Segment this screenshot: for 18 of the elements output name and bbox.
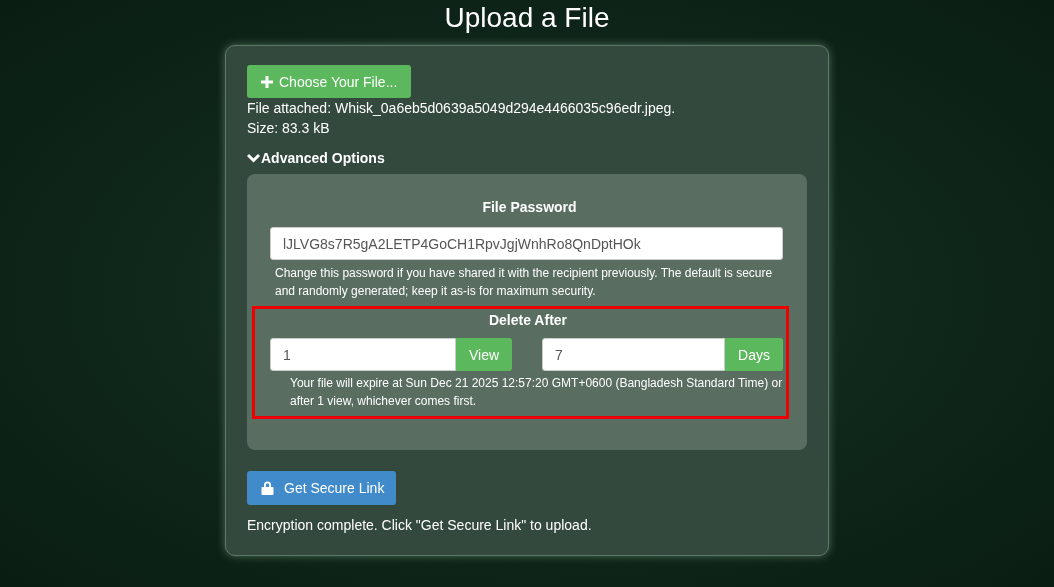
number-field[interactable]: 1 <box>270 338 456 371</box>
status-text: Encryption complete. Click "Get Secure Link" to upload. <box>247 517 593 533</box>
password-label: File Password <box>481 199 578 215</box>
page-title: Upload a File <box>444 1 610 35</box>
advanced-options-toggle[interactable]: Advanced Options <box>247 148 807 168</box>
get-secure-link-button[interactable]: Get Secure Link <box>247 471 397 505</box>
file-size-text: Size: 83.3 kB <box>247 119 331 138</box>
unit-addon: Days <box>725 338 783 371</box>
lock-icon <box>261 481 274 495</box>
number-field[interactable]: 7 <box>542 338 726 371</box>
file-attached-text: File attached: Whisk_0a6eb5d0639a5049d294e4466035c96edr.jpeg. <box>247 99 677 118</box>
password-field[interactable]: lJLVG8s7R5gA2LETP4GoCH1RpvJgjWnhRo8QnDptHOk <box>270 227 783 260</box>
password-help-text: Change this password if you have shared it with the recipient previously. The default is secure and randomly generated; keep it as-is for maximum security. <box>275 265 774 300</box>
chevron-icon <box>247 153 260 163</box>
plus-icon <box>261 75 273 88</box>
delete-after-label: Delete After <box>487 312 569 328</box>
expiry-help-text: Your file will expire at Sun Dec 21 2025 12:57:20 GMT+0600 (Bangladesh Standard Time) or after 1 view, whichever comes first. <box>290 375 784 410</box>
unit-addon: View <box>456 338 513 371</box>
